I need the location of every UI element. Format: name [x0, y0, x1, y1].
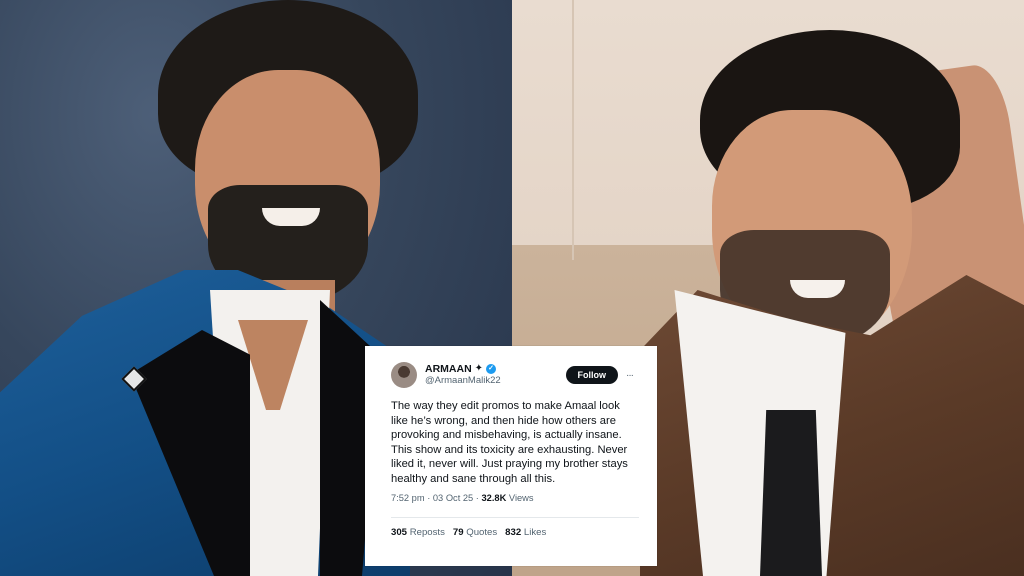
likes-stat[interactable]: 832 Likes — [505, 527, 546, 538]
meta-separator: · — [427, 492, 431, 503]
follow-button[interactable]: Follow — [565, 366, 618, 384]
reposts-count: 305 — [391, 526, 408, 538]
views-label: Views — [508, 492, 534, 503]
tweet-meta: 7:52 pm · 03 Oct 25 · 32.8K Views — [391, 493, 633, 503]
verified-badge-icon: ✓ — [486, 364, 497, 374]
author-name-row: ARMAAN ✦ ✓ — [425, 363, 566, 375]
tweet-time[interactable]: 7:52 pm — [391, 493, 425, 503]
sparkle-icon: ✦ — [474, 363, 484, 374]
likes-count: 832 — [505, 526, 522, 538]
right-person-tie — [760, 410, 822, 576]
tweet-divider — [391, 516, 639, 518]
tweet-date[interactable]: 03 Oct 25 — [433, 493, 473, 503]
tweet-card: ARMAAN ✦ ✓ @ArmaanMalik22 Follow ··· The… — [365, 346, 657, 566]
quotes-count: 79 — [452, 526, 464, 538]
tweet-stats: 305 Reposts 79 Quotes 832 Likes — [391, 527, 633, 538]
views-count: 32.8K — [481, 492, 507, 503]
meta-separator: · — [475, 492, 479, 503]
quotes-label: Quotes — [466, 526, 498, 538]
tweet-text: The way they edit promos to make Amaal l… — [391, 400, 628, 485]
quotes-stat[interactable]: 79 Quotes — [453, 527, 497, 538]
background-wall-edge — [572, 0, 574, 260]
more-options-icon[interactable]: ··· — [626, 370, 634, 381]
profile-avatar[interactable] — [391, 362, 417, 388]
author-handle[interactable]: @ArmaanMalik22 — [425, 375, 566, 387]
left-person-smile — [262, 208, 320, 226]
reposts-stat[interactable]: 305 Reposts — [391, 527, 445, 538]
reposts-label: Reposts — [409, 526, 445, 538]
tweet-header: ARMAAN ✦ ✓ @ArmaanMalik22 Follow ··· — [391, 360, 634, 390]
tweet-author: ARMAAN ✦ ✓ @ArmaanMalik22 — [425, 363, 566, 387]
likes-label: Likes — [523, 526, 547, 538]
author-display-name[interactable]: ARMAAN — [425, 363, 472, 375]
